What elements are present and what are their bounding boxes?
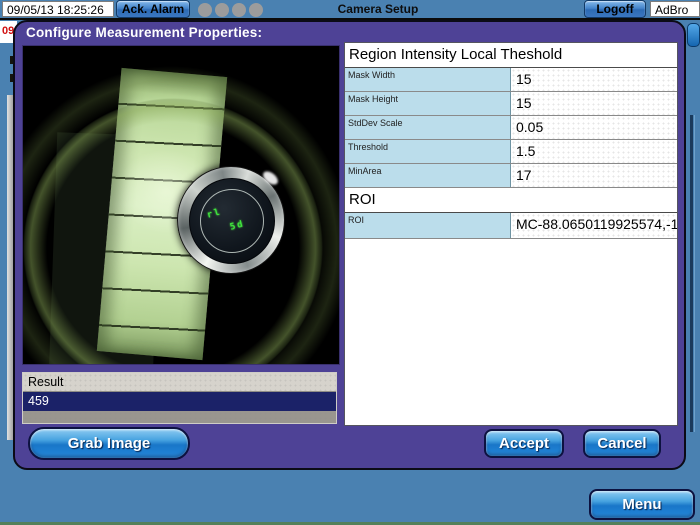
property-value[interactable]: 17 <box>511 164 677 187</box>
property-row[interactable]: ROI MC-88.0650119925574,-1 <box>345 213 677 239</box>
result-row-selected[interactable]: 459 <box>23 392 336 411</box>
property-row[interactable]: Mask Height 15 <box>345 92 677 116</box>
cancel-button[interactable]: Cancel <box>583 429 661 458</box>
property-label: StdDev Scale <box>345 116 511 139</box>
background-window-edge-right <box>690 115 693 432</box>
grid-section-header: ROI <box>345 188 677 213</box>
user-field[interactable]: AdBro <box>650 1 700 17</box>
accept-button[interactable]: Accept <box>484 429 564 458</box>
status-indicator <box>198 3 212 17</box>
knob-glint <box>261 169 281 187</box>
property-row[interactable]: Mask Width 15 <box>345 68 677 92</box>
ack-alarm-button[interactable]: Ack. Alarm <box>116 0 190 18</box>
screen-title: Camera Setup <box>318 2 438 16</box>
property-value[interactable]: 0.05 <box>511 116 677 139</box>
knob-inner-ring <box>200 189 264 253</box>
background-window-edge-right-highlight <box>694 115 695 432</box>
camera-image[interactable]: rl 5d <box>22 45 340 365</box>
property-label: Threshold <box>345 140 511 163</box>
menu-button[interactable]: Menu <box>589 489 695 520</box>
configure-measurement-dialog: Configure Measurement Properties: rl 5d … <box>13 20 686 470</box>
background-tab <box>687 23 700 47</box>
property-row[interactable]: MinArea 17 <box>345 164 677 188</box>
dialog-title: Configure Measurement Properties: <box>26 25 262 40</box>
property-value[interactable]: MC-88.0650119925574,-1 <box>511 213 677 238</box>
logoff-button[interactable]: Logoff <box>584 0 646 18</box>
property-value[interactable]: 15 <box>511 68 677 91</box>
status-indicator <box>232 3 246 17</box>
property-label: MinArea <box>345 164 511 187</box>
property-row[interactable]: Threshold 1.5 <box>345 140 677 164</box>
grab-image-button[interactable]: Grab Image <box>28 427 190 460</box>
result-list: Result 459 <box>22 372 337 424</box>
property-label: ROI <box>345 213 511 238</box>
screen: 09/05/13 18:25:26 Ack. Alarm Camera Setu… <box>0 0 700 525</box>
property-value[interactable]: 1.5 <box>511 140 677 163</box>
status-indicator <box>215 3 229 17</box>
property-label: Mask Width <box>345 68 511 91</box>
grid-filler <box>345 239 677 425</box>
property-value[interactable]: 15 <box>511 92 677 115</box>
image-metal-knob: rl 5d <box>177 166 285 274</box>
grid-section-header: Region Intensity Local Theshold <box>345 43 677 68</box>
datetime-field: 09/05/13 18:25:26 <box>2 1 114 17</box>
property-row[interactable]: StdDev Scale 0.05 <box>345 116 677 140</box>
knob-face: rl 5d <box>189 178 275 264</box>
result-list-filler <box>23 411 336 423</box>
property-label: Mask Height <box>345 92 511 115</box>
status-indicator <box>249 3 263 17</box>
result-list-header: Result <box>23 373 336 392</box>
property-grid: Region Intensity Local Theshold Mask Wid… <box>344 42 678 426</box>
